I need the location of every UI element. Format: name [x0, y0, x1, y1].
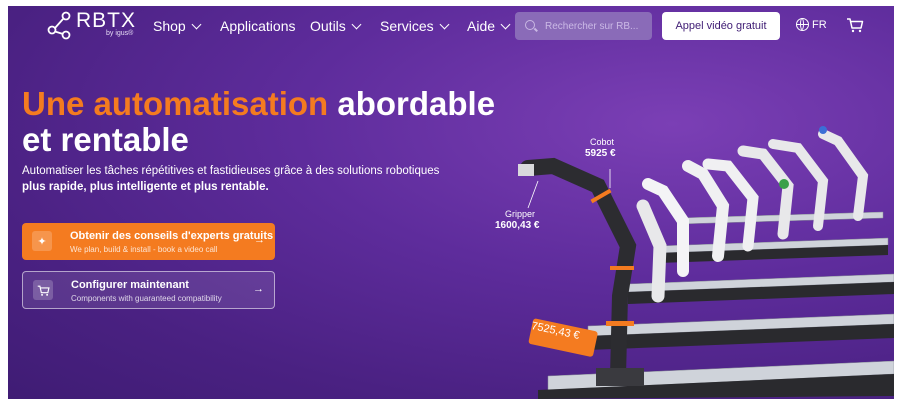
cart-icon — [33, 280, 53, 300]
expert-advice-button[interactable]: ✦ Obtenir des conseils d'experts gratuit… — [22, 223, 275, 260]
nav-item-aide[interactable]: Aide — [467, 18, 511, 34]
hero-subtitle: Automatiser les tâches répétitives et fa… — [22, 163, 439, 195]
nav-item-label: Aide — [467, 18, 496, 34]
nav-item-services[interactable]: Services — [380, 18, 450, 34]
globe-icon — [796, 18, 809, 31]
robot-illustration — [518, 126, 894, 399]
nav-item-label: Applications — [220, 18, 296, 34]
arrow-right-icon: → — [253, 283, 264, 295]
logo-subtitle: by igus® — [106, 30, 134, 37]
tag-line — [527, 180, 539, 209]
nav-item-outils[interactable]: Outils — [310, 18, 362, 34]
search-box[interactable] — [515, 12, 652, 40]
headline-text: abordable — [337, 85, 496, 122]
logo-text: RBTX — [76, 9, 137, 32]
gripper-label: Gripper — [505, 209, 536, 219]
network-logo-icon — [47, 11, 71, 40]
chevron-down-icon — [191, 19, 202, 30]
video-call-button[interactable]: Appel vidéo gratuit — [662, 12, 780, 40]
expert-icon: ✦ — [32, 231, 52, 251]
chevron-down-icon — [439, 19, 450, 30]
headline-text-line2: et rentable — [22, 121, 189, 158]
cart-icon[interactable] — [846, 16, 864, 34]
subtitle-bold-text: plus rapide, plus intelligente et plus r… — [22, 181, 269, 193]
top-navigation: RBTX by igus® Shop Applications Outils S… — [8, 6, 894, 46]
nav-item-applications[interactable]: Applications — [220, 18, 296, 34]
cobot-price: 5925 € — [585, 148, 616, 159]
language-code: FR — [812, 18, 827, 31]
nav-item-label: Outils — [310, 18, 346, 34]
arrow-right-icon: → — [254, 234, 265, 246]
page-title: Une automatisation abordable et rentable — [22, 86, 495, 158]
button-subtitle: Components with guaranteed compatibility — [71, 294, 222, 303]
search-input[interactable] — [545, 18, 645, 34]
hero-banner: RBTX by igus® Shop Applications Outils S… — [8, 6, 894, 399]
search-icon — [525, 20, 535, 30]
chevron-down-icon — [351, 19, 362, 30]
nav-item-shop[interactable]: Shop — [153, 18, 202, 34]
headline-highlight: Une automatisation — [22, 85, 329, 122]
language-selector[interactable]: FR — [796, 18, 827, 31]
nav-item-label: Services — [380, 18, 434, 34]
button-title: Configurer maintenant — [71, 279, 189, 291]
configure-now-button[interactable]: Configurer maintenant Components with gu… — [22, 271, 275, 309]
button-title: Obtenir des conseils d'experts gratuits — [70, 230, 274, 242]
button-subtitle: We plan, build & install - book a video … — [70, 245, 218, 254]
gripper-price: 1600,43 € — [495, 220, 540, 231]
robot-base — [596, 368, 644, 386]
subtitle-text: Automatiser les tâches répétitives et fa… — [22, 165, 440, 177]
chevron-down-icon — [500, 19, 511, 30]
cobot-label: Cobot — [590, 137, 615, 147]
gripper — [518, 164, 534, 176]
nav-item-label: Shop — [153, 18, 186, 34]
